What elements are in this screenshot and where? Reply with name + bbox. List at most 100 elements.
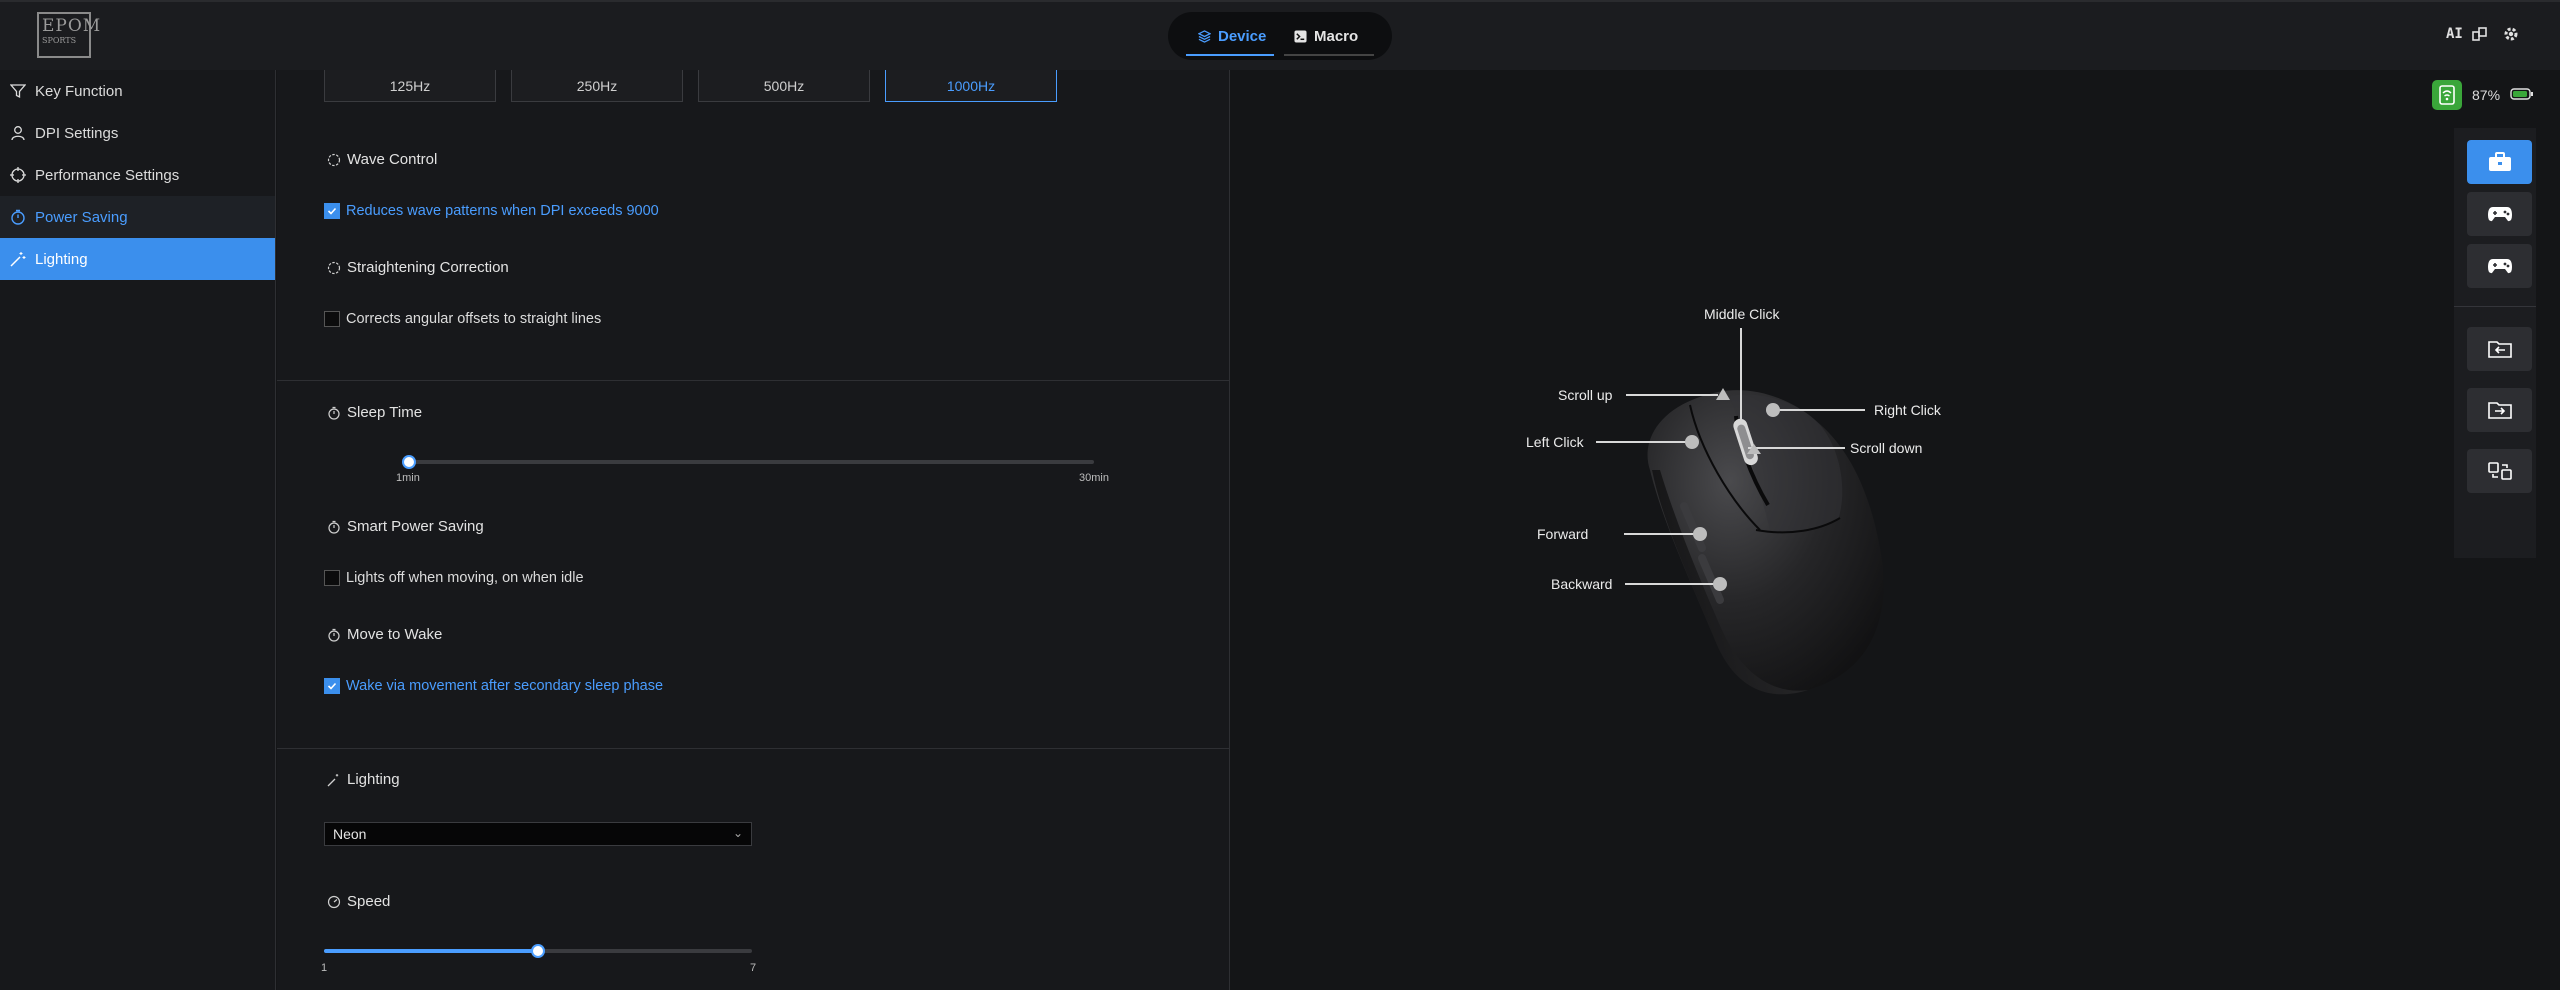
sidebar-item-label: Lighting xyxy=(35,250,88,268)
mouse-label-scroll-up[interactable]: Scroll up xyxy=(1558,387,1612,403)
filter-icon xyxy=(9,82,27,100)
ai-button[interactable]: AI xyxy=(2446,26,2463,46)
speed-max-label: 7 xyxy=(750,962,757,974)
tab-device-label: Device xyxy=(1218,27,1267,45)
lighting-title: Lighting xyxy=(327,771,400,788)
checkbox-box xyxy=(324,311,340,327)
battery-status: 87% xyxy=(2432,80,2534,110)
section-title-text: Sleep Time xyxy=(347,404,423,421)
device-switch-icon[interactable] xyxy=(2472,26,2488,46)
folder-export-icon xyxy=(2487,402,2512,419)
sidebar-item-lighting[interactable]: Lighting xyxy=(0,238,275,280)
lighting-mode-select[interactable]: Neon ⌄ xyxy=(324,822,752,846)
polling-250hz-button[interactable]: 250Hz xyxy=(511,70,683,102)
tab-macro-label: Macro xyxy=(1314,27,1359,45)
sidebar-item-power-saving[interactable]: Power Saving xyxy=(0,196,275,238)
top-bar: EPOM SPORTS Device Macro AI xyxy=(0,0,2560,70)
timer-icon xyxy=(328,628,340,642)
gamepad-profile-1-button[interactable] xyxy=(2467,192,2532,236)
sleep-time-slider[interactable] xyxy=(402,455,1094,469)
select-value: Neon xyxy=(333,826,367,842)
check-icon xyxy=(324,678,340,694)
tab-macro-underline xyxy=(1284,54,1374,56)
profile-toolbar xyxy=(2454,128,2536,558)
swap-icon xyxy=(2487,462,2512,480)
reset-profile-button[interactable] xyxy=(2467,449,2532,493)
magic-wand-icon xyxy=(327,773,339,786)
brand-logo: EPOM SPORTS xyxy=(37,12,100,58)
export-profile-button[interactable] xyxy=(2467,388,2532,432)
section-title-text: Lighting xyxy=(347,771,400,788)
import-profile-button[interactable] xyxy=(2467,327,2532,371)
tab-device[interactable]: Device xyxy=(1198,25,1266,47)
speed-title: Speed xyxy=(327,893,390,910)
section-title-text: Straightening Correction xyxy=(347,259,509,276)
sleep-time-title: Sleep Time xyxy=(327,404,422,421)
logo-subtext: SPORTS xyxy=(42,36,77,45)
wireless-icon xyxy=(2432,80,2462,110)
tab-macro[interactable]: Macro xyxy=(1294,25,1358,47)
gear-icon[interactable] xyxy=(2503,26,2519,46)
speed-min-label: 1 xyxy=(321,962,328,974)
polling-1000hz-button[interactable]: 1000Hz xyxy=(885,70,1057,102)
folder-import-icon xyxy=(2487,341,2512,358)
briefcase-icon xyxy=(2488,152,2511,171)
section-title-text: Smart Power Saving xyxy=(347,518,484,535)
timer-icon xyxy=(328,520,340,534)
slider-thumb[interactable] xyxy=(531,944,545,958)
section-title-text: Wave Control xyxy=(347,151,438,168)
sidebar: Key Function DPI Settings Performance Se… xyxy=(0,70,276,990)
mouse-label-left-click[interactable]: Left Click xyxy=(1526,434,1584,450)
move-to-wake-title: Move to Wake xyxy=(327,626,442,643)
wave-control-checkbox[interactable]: Reduces wave patterns when DPI exceeds 9… xyxy=(324,203,659,219)
section-divider xyxy=(277,380,1230,381)
sidebar-item-label: Performance Settings xyxy=(35,166,180,184)
timer-icon xyxy=(9,208,27,226)
crosshair-icon xyxy=(327,261,341,274)
sleep-min-label: 1min xyxy=(396,472,420,484)
section-title-text: Speed xyxy=(347,893,391,910)
check-icon xyxy=(324,203,340,219)
sidebar-item-label: DPI Settings xyxy=(35,124,119,142)
checkbox-label: Reduces wave patterns when DPI exceeds 9… xyxy=(346,203,659,219)
move-to-wake-checkbox[interactable]: Wake via movement after secondary sleep … xyxy=(324,678,663,694)
battery-percent: 87% xyxy=(2472,87,2501,103)
logo-text: EPOM xyxy=(42,16,102,36)
polling-125hz-button[interactable]: 125Hz xyxy=(324,70,496,102)
sidebar-item-label: Power Saving xyxy=(35,208,128,226)
crosshair-icon xyxy=(9,166,27,184)
speed-gauge-icon xyxy=(327,895,341,908)
slider-thumb[interactable] xyxy=(402,455,416,469)
section-divider xyxy=(277,748,1230,749)
gamepad-profile-2-button[interactable] xyxy=(2467,244,2532,288)
mouse-label-middle-click[interactable]: Middle Click xyxy=(1704,306,1779,322)
smart-power-checkbox[interactable]: Lights off when moving, on when idle xyxy=(324,570,584,586)
mouse-label-scroll-down[interactable]: Scroll down xyxy=(1850,440,1922,456)
settings-panel: 125Hz 250Hz 500Hz 1000Hz Wave Control Re… xyxy=(277,70,1230,990)
battery-icon xyxy=(2510,87,2534,103)
sidebar-item-dpi-settings[interactable]: DPI Settings xyxy=(0,112,275,154)
tab-device-underline xyxy=(1186,54,1274,56)
magic-wand-icon xyxy=(9,250,27,268)
straightening-title: Straightening Correction xyxy=(327,259,509,276)
polling-500hz-button[interactable]: 500Hz xyxy=(698,70,870,102)
checkbox-label: Wake via movement after secondary sleep … xyxy=(346,678,664,694)
sleep-max-label: 30min xyxy=(1079,472,1109,484)
mouse-label-backward[interactable]: Backward xyxy=(1551,576,1612,592)
sidebar-item-key-function[interactable]: Key Function xyxy=(0,70,275,112)
smart-power-title: Smart Power Saving xyxy=(327,518,484,535)
toolbox-button[interactable] xyxy=(2467,140,2532,184)
mode-switch: Device Macro xyxy=(1168,12,1392,60)
crosshair-icon xyxy=(327,153,341,166)
sidebar-item-performance-settings[interactable]: Performance Settings xyxy=(0,154,275,196)
timer-icon xyxy=(328,406,340,420)
straightening-checkbox[interactable]: Corrects angular offsets to straight lin… xyxy=(324,311,601,327)
speed-slider[interactable] xyxy=(324,944,752,958)
checkbox-label: Corrects angular offsets to straight lin… xyxy=(346,311,602,327)
sidebar-item-label: Key Function xyxy=(35,82,123,100)
section-title-text: Move to Wake xyxy=(347,626,443,643)
chevron-down-icon: ⌄ xyxy=(732,826,743,840)
mouse-label-right-click[interactable]: Right Click xyxy=(1874,402,1941,418)
mouse-label-forward[interactable]: Forward xyxy=(1537,526,1588,542)
layers-icon xyxy=(1198,29,1211,43)
